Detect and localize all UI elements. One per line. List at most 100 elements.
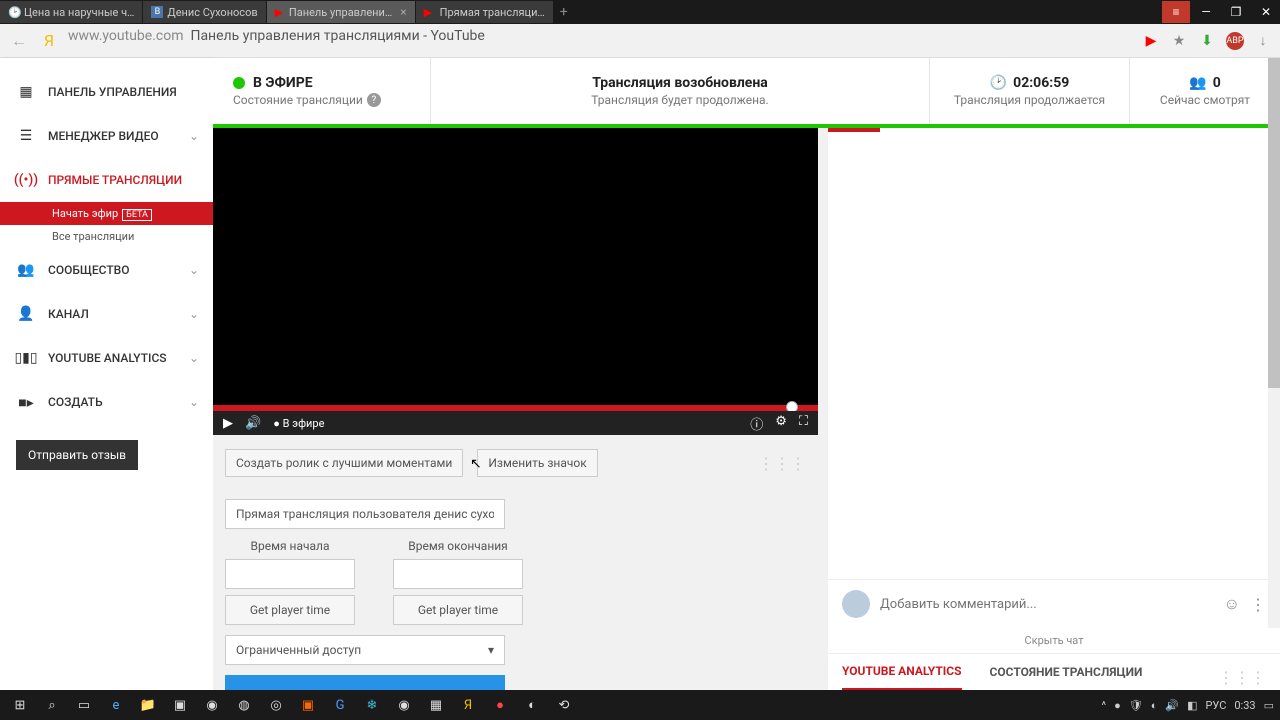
sidebar-label: КАНАЛ — [48, 307, 89, 321]
task-view-icon[interactable]: ▭ — [70, 692, 98, 718]
sidebar-create[interactable]: ■▸СОЗДАТЬ⌄ — [0, 380, 213, 424]
close-icon[interactable]: × — [400, 5, 406, 19]
sidebar-live-streaming[interactable]: ((•))ПРЯМЫЕ ТРАНСЛЯЦИИ — [0, 158, 213, 202]
tray-icon[interactable]: ◐ — [1151, 699, 1158, 712]
app-icon[interactable]: ⟲ — [550, 692, 578, 718]
more-icon[interactable]: ⋮ — [1250, 595, 1266, 614]
grid-icon[interactable]: ⋮⋮⋮ — [1218, 668, 1266, 687]
emoji-icon[interactable]: ☺ — [1224, 594, 1240, 614]
end-time-input[interactable] — [393, 559, 523, 589]
community-icon: 👥 — [16, 260, 36, 280]
page-scrollbar[interactable] — [1268, 58, 1280, 628]
browser-tab-0[interactable]: 🕑Цена на наручные ч… — [0, 1, 142, 23]
get-start-time-button[interactable]: Get player time — [225, 595, 355, 625]
new-tab-button[interactable]: + — [554, 4, 574, 20]
app-icon[interactable]: ▦ — [422, 692, 450, 718]
menu-button[interactable]: ≡ — [1162, 1, 1190, 23]
chat-input[interactable] — [880, 597, 1214, 612]
sidebar-start-live[interactable]: Начать эфирБЕТА — [0, 202, 213, 225]
maximize-button[interactable]: ❐ — [1222, 1, 1250, 23]
sidebar-all-streams[interactable]: Все трансляции — [0, 225, 213, 248]
tab-analytics[interactable]: YOUTUBE ANALYTICS — [842, 664, 962, 690]
viewer-count: 👥0 — [1189, 75, 1220, 91]
app-icon[interactable]: ❄ — [358, 692, 386, 718]
start-button[interactable]: ⊞ — [6, 692, 34, 718]
download-icon[interactable]: ⬇ — [1198, 32, 1216, 50]
browser-tab-3[interactable]: ▶ Прямая трансляци… — [416, 1, 553, 23]
tray-lang[interactable]: РУС — [1205, 699, 1226, 712]
tray-icon[interactable]: 🔊 — [1165, 699, 1179, 712]
chevron-down-icon: ▾ — [488, 643, 494, 657]
privacy-select[interactable]: Ограниченный доступ▾ — [225, 635, 505, 665]
help-icon[interactable]: ? — [367, 93, 381, 107]
change-thumbnail-button[interactable]: Изменить значок — [477, 449, 597, 477]
tray-icon[interactable]: 🛡 — [1129, 699, 1143, 712]
video-manager-icon: ☰ — [16, 126, 36, 146]
explorer-icon[interactable]: 📁 — [134, 692, 162, 718]
grid-icon[interactable]: ⋮⋮⋮ — [758, 454, 806, 473]
play-icon[interactable]: ▶ — [223, 416, 233, 431]
app-icon[interactable]: G — [326, 692, 354, 718]
start-time-input[interactable] — [225, 559, 355, 589]
youtube-ext-icon[interactable]: ▶ — [1142, 32, 1160, 50]
app-icon[interactable]: ◍ — [230, 692, 258, 718]
notifications-icon[interactable]: ▭ — [1264, 699, 1274, 712]
sidebar-channel[interactable]: 👤КАНАЛ⌄ — [0, 292, 213, 336]
settings-icon[interactable]: ⚙ — [775, 414, 787, 433]
youtube-icon: ▶ — [275, 6, 285, 18]
tray-icon[interactable]: ● — [1114, 699, 1121, 712]
time-subtitle: Трансляция продолжается — [954, 93, 1105, 107]
sidebar-label: ПРЯМЫЕ ТРАНСЛЯЦИИ — [48, 173, 182, 187]
app-icon[interactable]: ● — [486, 692, 514, 718]
app-icon[interactable]: ◐ — [518, 692, 546, 718]
address-input[interactable]: www.youtube.com Панель управления трансл… — [68, 28, 1134, 54]
tray-icon[interactable]: ◧ — [1187, 699, 1197, 712]
fullscreen-icon[interactable]: ⛶ — [799, 414, 808, 433]
viewers-subtitle: Сейчас смотрят — [1160, 93, 1250, 107]
get-end-time-button[interactable]: Get player time — [393, 595, 523, 625]
yandex-button[interactable]: Я — [38, 30, 60, 52]
youtube-icon: ▶ — [424, 6, 436, 18]
edge-icon[interactable]: e — [102, 692, 130, 718]
tab-label: Прямая трансляци… — [440, 6, 545, 19]
minimize-button[interactable]: — — [1192, 1, 1220, 23]
app-icon[interactable]: ◎ — [262, 692, 290, 718]
sidebar-community[interactable]: 👥СООБЩЕСТВО⌄ — [0, 248, 213, 292]
url-bar: ← Я www.youtube.com Панель управления тр… — [0, 24, 1280, 58]
browser-tab-2[interactable]: ▶Панель управлени…× — [267, 1, 415, 23]
live-badge: ● В эфире — [273, 417, 324, 430]
back-button[interactable]: ← — [8, 30, 30, 52]
scrollbar-thumb[interactable] — [1268, 58, 1280, 388]
app-icon[interactable]: ◉ — [390, 692, 418, 718]
downloads-icon[interactable]: ↓ — [1254, 32, 1272, 50]
app-icon[interactable]: ▣ — [166, 692, 194, 718]
sidebar-analytics[interactable]: ▯▮▯YOUTUBE ANALYTICS⌄ — [0, 336, 213, 380]
sidebar-video-manager[interactable]: ☰МЕНЕДЖЕР ВИДЕО⌄ — [0, 114, 213, 158]
submit-button[interactable] — [225, 675, 505, 690]
search-icon[interactable]: ⌕ — [38, 692, 66, 718]
hide-chat-button[interactable]: Скрыть чат — [828, 628, 1280, 653]
close-button[interactable]: ✕ — [1252, 1, 1280, 23]
bookmark-icon[interactable]: ★ — [1170, 32, 1188, 50]
sidebar-dashboard[interactable]: ▦ПАНЕЛЬ УПРАВЛЕНИЯ — [0, 70, 213, 114]
send-feedback-button[interactable]: Отправить отзыв — [16, 440, 138, 470]
create-clip-button[interactable]: Создать ролик с лучшими моментами — [225, 449, 463, 477]
resume-subtitle: Трансляция будет продолжена. — [591, 93, 768, 107]
tab-stream-state[interactable]: СОСТОЯНИЕ ТРАНСЛЯЦИИ — [990, 665, 1143, 689]
stream-time: 🕑02:06:59 — [990, 75, 1070, 91]
favicon-icon: В — [151, 6, 163, 18]
tray-time[interactable]: 0:33 — [1234, 699, 1255, 712]
stream-status-bar: В ЭФИРЕ Состояние трансляции? Трансляция… — [213, 58, 1280, 128]
stream-title-input[interactable] — [225, 499, 505, 529]
browser-tab-1[interactable]: ВДенис Сухоносов — [143, 1, 265, 23]
info-icon[interactable]: ⓘ — [750, 414, 763, 433]
app-icon[interactable]: ▣ — [294, 692, 322, 718]
tray-icon[interactable]: ^ — [1101, 699, 1106, 712]
sidebar: ▦ПАНЕЛЬ УПРАВЛЕНИЯ ☰МЕНЕДЖЕР ВИДЕО⌄ ((•)… — [0, 58, 213, 690]
volume-icon[interactable]: 🔊 — [245, 416, 261, 431]
app-icon[interactable]: ◉ — [198, 692, 226, 718]
sidebar-label: СОЗДАТЬ — [48, 395, 103, 409]
yandex-icon[interactable]: Я — [454, 692, 482, 718]
adblock-icon[interactable]: ABP — [1226, 32, 1244, 50]
video-player[interactable]: ▶ 🔊 ● В эфире ⓘ ⚙ ⛶ — [213, 128, 818, 435]
